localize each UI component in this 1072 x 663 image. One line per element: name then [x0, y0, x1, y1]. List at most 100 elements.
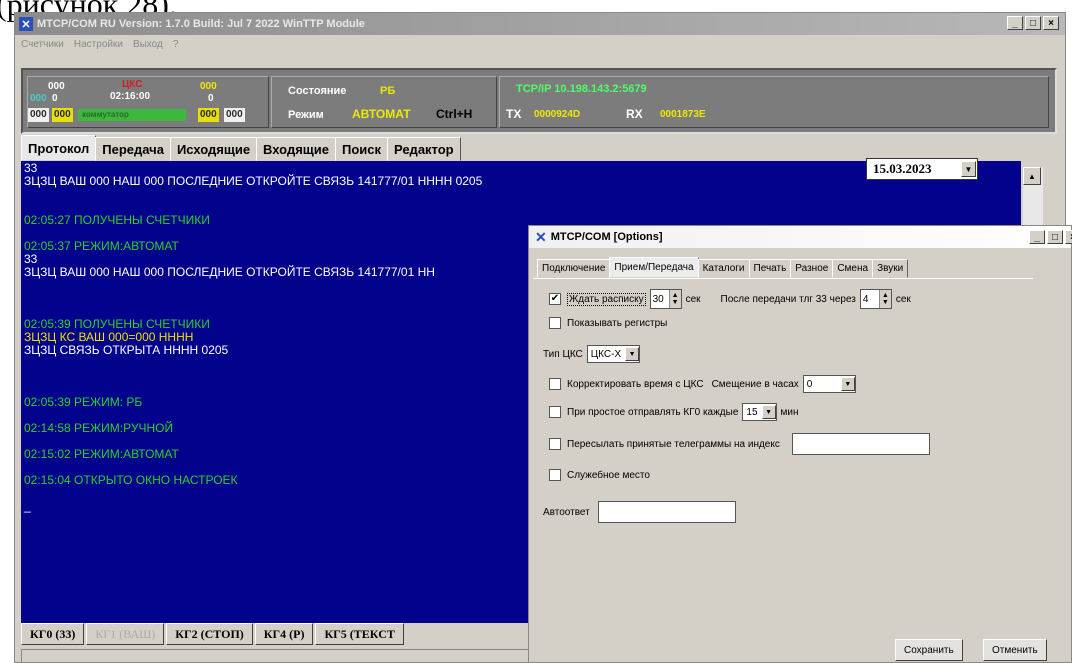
correct-time-checkbox[interactable] — [549, 378, 561, 390]
min-label: мин — [780, 406, 799, 418]
center-code: ЦКС — [122, 79, 143, 90]
mode-value: АВТОМАТ — [352, 107, 411, 121]
menu-settings[interactable]: Настройки — [74, 39, 123, 50]
after-send-label: После передачи тлг 33 через — [720, 293, 856, 305]
chevron-down-icon[interactable]: ▼ — [840, 377, 855, 391]
tab-connection[interactable]: Подключение — [537, 259, 611, 278]
wait-receipt-checkbox[interactable]: ✔ — [549, 293, 561, 305]
maximize-icon[interactable]: □ — [1025, 16, 1041, 30]
x-app-icon: ✕ — [535, 228, 547, 245]
cancel-button[interactable]: Отменить — [983, 639, 1047, 661]
show-registers-label: Показывать регистры — [567, 317, 668, 329]
menu-help[interactable]: ? — [173, 39, 179, 50]
offset-label: Смещение в часах — [711, 378, 799, 390]
tab-sounds[interactable]: Звуки — [872, 259, 909, 278]
dialog-title-bar: ✕ MTCP/COM [Options] — [529, 226, 1071, 248]
idle-value: 15 — [746, 406, 758, 418]
state-value: РБ — [380, 85, 396, 97]
tab-protocol[interactable]: Протокол — [21, 135, 97, 161]
mode-hotkey: Ctrl+H — [436, 107, 473, 121]
tab-directories[interactable]: Каталоги — [697, 259, 750, 278]
mode-label: Режим — [288, 109, 324, 121]
tab-editor[interactable]: Редактор — [386, 137, 461, 161]
chevron-down-icon[interactable]: ▼ — [961, 161, 976, 177]
scroll-up-icon[interactable]: ▲ — [1023, 167, 1041, 185]
function-key-button[interactable]: КГ4 (Р) — [254, 623, 314, 645]
switch-indicator: коммутатор — [78, 109, 186, 121]
maximize-icon[interactable]: □ — [1047, 230, 1063, 244]
counter-small-left: 000 — [30, 93, 47, 104]
forward-index-input[interactable] — [791, 433, 930, 455]
x-app-icon: ✕ — [19, 17, 33, 31]
menu-counters[interactable]: Счетчики — [21, 39, 64, 50]
offset-value: 0 — [806, 378, 813, 390]
tab-misc[interactable]: Разное — [790, 259, 834, 278]
title-bar: ✕ MTCP/COM RU Version: 1.7.0 Build: Jul … — [15, 13, 1065, 35]
tab-receive-send[interactable]: Прием/Передача — [609, 257, 699, 278]
after-send-spinner[interactable]: 4 ▲ ▼ — [859, 289, 892, 309]
options-dialog: ✕ MTCP/COM [Options] _ □ × Подключение П… — [528, 225, 1072, 663]
function-key-button[interactable]: КГ1 (ВАШ) — [86, 623, 165, 645]
close-icon[interactable]: × — [1043, 16, 1059, 30]
cks-type-select[interactable]: ЦКС-Х ▼ — [586, 345, 641, 363]
service-place-checkbox[interactable] — [549, 469, 561, 481]
wait-receipt-label: Ждать расписку — [567, 292, 646, 306]
idle-send-checkbox[interactable] — [549, 406, 561, 418]
connection-panel: TCP/IP 10.198.143.2:5679 TX 0000924D RX … — [499, 76, 1049, 128]
show-registers-checkbox[interactable] — [549, 317, 561, 329]
minimize-icon[interactable]: _ — [1029, 230, 1045, 244]
function-key-button[interactable]: КГ2 (СТОП) — [166, 623, 253, 645]
clock-time: 02:16:00 — [110, 91, 151, 102]
date-picker[interactable]: 15.03.2023 ▼ — [866, 158, 978, 180]
counter-row2-c: 000 — [198, 108, 219, 122]
mode-panel: Состояние РБ Режим АВТОМАТ Ctrl+H — [271, 76, 497, 128]
rx-label: RX — [626, 107, 643, 121]
rx-value: 0001873E — [660, 109, 706, 120]
tab-incoming[interactable]: Входящие — [256, 137, 336, 161]
chevron-down-icon[interactable]: ▼ — [625, 347, 640, 361]
dialog-tabs: Подключение Прием/Передача Каталоги Печа… — [537, 257, 909, 278]
chevron-down-icon[interactable]: ▼ — [761, 405, 776, 419]
counter-row2-a: 000 — [28, 108, 49, 122]
counters-panel: 000 ЦКС 02:16:00 000 000 0 0 000 000 ком… — [27, 76, 269, 128]
counter-top: 000 — [48, 81, 65, 92]
forward-checkbox[interactable] — [549, 438, 561, 450]
tab-shift[interactable]: Смена — [832, 259, 874, 278]
sec-label-2: сек — [895, 293, 911, 305]
function-key-button[interactable]: КГ0 (33) — [21, 623, 85, 645]
close-icon[interactable]: × — [1065, 230, 1072, 244]
dialog-controls: _ □ × — [1029, 230, 1072, 244]
spin-arrows-icon[interactable]: ▲ ▼ — [878, 290, 891, 308]
idle-interval-select[interactable]: 15 ▼ — [742, 403, 777, 421]
spin-arrows-icon[interactable]: ▲ ▼ — [668, 290, 681, 308]
idle-send-label: При простое отправлять КГ0 каждые — [567, 406, 739, 418]
tab-search[interactable]: Поиск — [334, 137, 388, 161]
after-send-value: 4 — [862, 293, 869, 305]
tab-transfer[interactable]: Передача — [95, 137, 171, 161]
autoreply-input[interactable] — [597, 501, 736, 523]
counter-row2-d: 000 — [224, 108, 245, 122]
log-spacer — [24, 188, 1018, 201]
sec-label: сек — [685, 293, 701, 305]
minimize-icon[interactable]: _ — [1007, 16, 1023, 30]
cks-type-label: Тип ЦКС — [543, 348, 583, 360]
tab-outgoing[interactable]: Исходящие — [169, 137, 258, 161]
wait-receipt-spinner[interactable]: 30 ▲ ▼ — [649, 289, 682, 309]
window-controls: _ □ × — [1007, 16, 1059, 30]
dialog-title: MTCP/COM [Options] — [550, 231, 663, 243]
main-tabs: Протокол Передача Исходящие Входящие Пои… — [21, 135, 461, 161]
offset-select[interactable]: 0 ▼ — [802, 375, 856, 393]
service-place-label: Служебное место — [567, 469, 650, 481]
status-panel: 000 ЦКС 02:16:00 000 000 0 0 000 000 ком… — [21, 68, 1057, 134]
tx-label: TX — [506, 107, 522, 121]
date-value: 15.03.2023 — [873, 161, 932, 176]
counter-top-right: 000 — [200, 81, 217, 92]
save-button[interactable]: Сохранить — [895, 639, 963, 661]
function-key-button[interactable]: КГ5 (ТЕКСТ — [315, 623, 404, 645]
menu-exit[interactable]: Выход — [133, 39, 163, 50]
cks-type-value: ЦКС-Х — [590, 348, 622, 360]
tx-value: 0000924D — [534, 109, 581, 120]
connection-address: TCP/IP 10.198.143.2:5679 — [516, 83, 647, 95]
tab-print[interactable]: Печать — [748, 259, 792, 278]
menu-bar: Счетчики Настройки Выход ? — [15, 35, 1065, 53]
